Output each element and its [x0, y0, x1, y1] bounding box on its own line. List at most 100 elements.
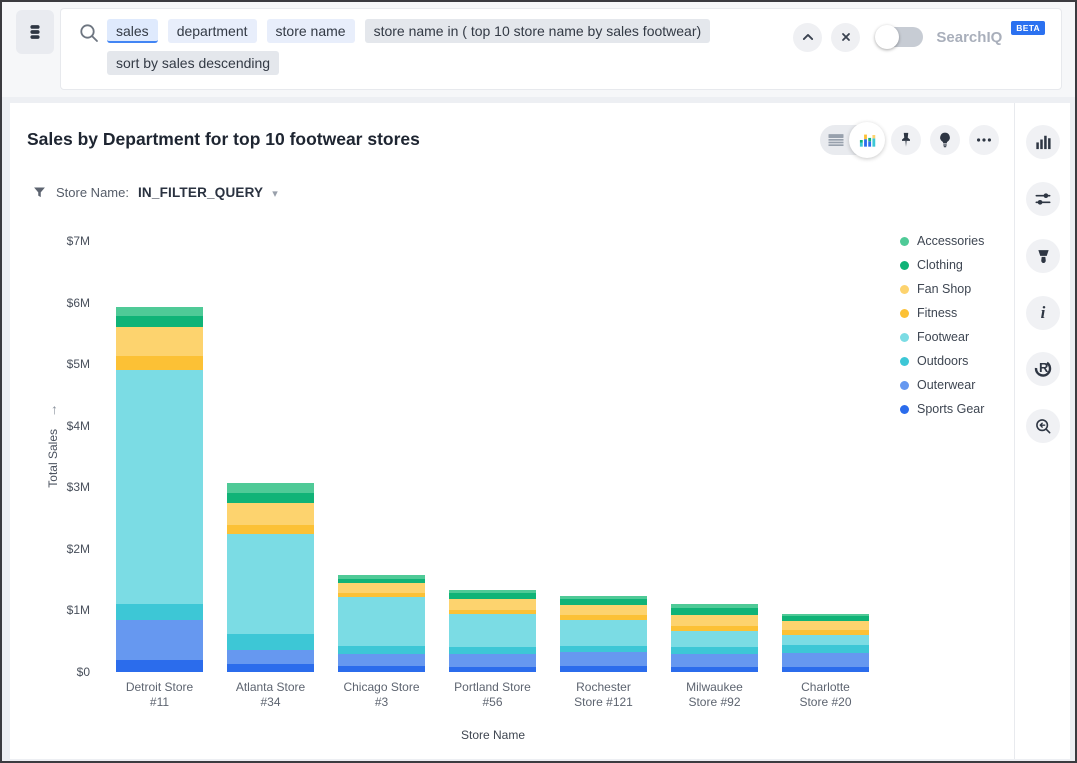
bar-segment[interactable] — [116, 327, 203, 355]
bar-segment[interactable] — [116, 660, 203, 672]
bar-segment[interactable] — [782, 653, 869, 667]
search-token[interactable]: store name — [267, 19, 355, 43]
bar-detroit-store-11[interactable] — [116, 307, 203, 672]
search-token[interactable]: department — [168, 19, 257, 43]
bar-segment[interactable] — [560, 605, 647, 615]
bar-segment[interactable] — [782, 645, 869, 653]
bar-segment[interactable] — [227, 634, 314, 649]
legend-item[interactable]: Sports Gear — [900, 397, 984, 421]
bar-segment[interactable] — [338, 666, 425, 672]
legend-item[interactable]: Accessories — [900, 229, 984, 253]
searchiq-toggle[interactable] — [877, 27, 923, 47]
bar-segment[interactable] — [671, 647, 758, 654]
bar-rochester-store-121[interactable] — [560, 596, 647, 672]
bar-milwaukee-store-92[interactable] — [671, 604, 758, 672]
bar-segment[interactable] — [560, 652, 647, 666]
beta-badge: BETA — [1011, 21, 1045, 35]
explore-button[interactable] — [1026, 409, 1060, 443]
display-mode-switch[interactable] — [820, 125, 882, 155]
legend-label: Clothing — [917, 258, 963, 272]
table-view-button[interactable] — [824, 129, 848, 151]
bar-segment[interactable] — [449, 614, 536, 647]
bar-segment[interactable] — [227, 650, 314, 664]
y-axis-tick: $6M — [20, 296, 90, 310]
x-axis-label: Atlanta Store#34 — [216, 680, 326, 710]
data-source-button[interactable] — [16, 10, 54, 54]
chart-styles-button[interactable] — [1026, 239, 1060, 273]
r-analysis-button[interactable]: R — [1026, 352, 1060, 386]
search-input[interactable]: sales department store name store name in (… — [60, 8, 1062, 90]
bar-portland-store-56[interactable] — [449, 590, 536, 672]
chart-type-button[interactable] — [1026, 125, 1060, 159]
bar-segment[interactable] — [560, 666, 647, 672]
bar-segment[interactable] — [671, 608, 758, 615]
bar-segment[interactable] — [227, 483, 314, 494]
bar-charlotte-store-20[interactable] — [782, 614, 869, 672]
collapse-search-button[interactable] — [793, 23, 822, 52]
legend-item[interactable]: Outerwear — [900, 373, 984, 397]
clear-search-button[interactable] — [831, 23, 860, 52]
lightbulb-icon — [935, 130, 955, 150]
bar-segment[interactable] — [671, 654, 758, 668]
x-axis-label: RochesterStore #121 — [549, 680, 659, 710]
bar-atlanta-store-34[interactable] — [227, 483, 314, 672]
chart-config-button[interactable] — [1026, 182, 1060, 216]
legend-dot — [900, 309, 909, 318]
search-token[interactable]: store name in ( top 10 store name by sal… — [365, 19, 711, 43]
legend-item[interactable]: Footwear — [900, 325, 984, 349]
search-token[interactable]: sales — [107, 19, 158, 43]
bar-segment[interactable] — [338, 646, 425, 655]
caret-down-icon[interactable]: ▾ — [272, 187, 278, 200]
bar-segment[interactable] — [116, 370, 203, 604]
bar-segment[interactable] — [560, 646, 647, 653]
bar-segment[interactable] — [449, 667, 536, 672]
bar-segment[interactable] — [227, 493, 314, 503]
bar-segment[interactable] — [116, 620, 203, 660]
bar-segment[interactable] — [782, 667, 869, 672]
bar-segment[interactable] — [671, 667, 758, 672]
chevron-up-icon — [798, 27, 818, 47]
more-options-button[interactable] — [969, 125, 999, 155]
insights-button[interactable] — [930, 125, 960, 155]
chart-icon — [857, 130, 877, 150]
legend-dot — [900, 261, 909, 270]
page-title: Sales by Department for top 10 footwear … — [27, 129, 420, 150]
y-axis-arrow-icon: ↑ — [51, 401, 58, 417]
bar-segment[interactable] — [116, 307, 203, 316]
y-axis-tick: $2M — [20, 542, 90, 556]
close-icon — [837, 28, 855, 46]
y-axis-title: Total Sales — [46, 429, 60, 488]
legend-item[interactable]: Fitness — [900, 301, 984, 325]
bar-segment[interactable] — [671, 631, 758, 646]
bar-segment[interactable] — [227, 534, 314, 634]
bar-segment[interactable] — [227, 503, 314, 525]
search-token[interactable]: sort by sales descending — [107, 51, 279, 75]
bar-segment[interactable] — [449, 647, 536, 654]
query-details-button[interactable]: i — [1026, 296, 1060, 330]
bar-segment[interactable] — [560, 620, 647, 646]
legend-item[interactable]: Clothing — [900, 253, 984, 277]
chart-view-button[interactable] — [849, 122, 885, 158]
bar-segment[interactable] — [338, 597, 425, 646]
sliders-icon — [1033, 189, 1053, 209]
legend-dot — [900, 285, 909, 294]
bar-segment[interactable] — [227, 664, 314, 672]
legend-dot — [900, 405, 909, 414]
bar-segment[interactable] — [227, 525, 314, 534]
bar-segment[interactable] — [116, 604, 203, 621]
filter-chip[interactable]: Store Name: IN_FILTER_QUERY ▾ — [32, 185, 278, 200]
legend-item[interactable]: Fan Shop — [900, 277, 984, 301]
bar-segment[interactable] — [782, 621, 869, 630]
bar-segment[interactable] — [449, 654, 536, 667]
pin-button[interactable] — [891, 125, 921, 155]
bar-segment[interactable] — [671, 615, 758, 626]
bar-segment[interactable] — [116, 356, 203, 370]
bar-chicago-store-3[interactable] — [338, 575, 425, 672]
legend-item[interactable]: Outdoors — [900, 349, 984, 373]
legend-dot — [900, 333, 909, 342]
bar-segment[interactable] — [338, 654, 425, 666]
bar-segment[interactable] — [116, 316, 203, 328]
bar-segment[interactable] — [449, 599, 536, 610]
bar-segment[interactable] — [782, 635, 869, 645]
bar-segment[interactable] — [338, 583, 425, 592]
